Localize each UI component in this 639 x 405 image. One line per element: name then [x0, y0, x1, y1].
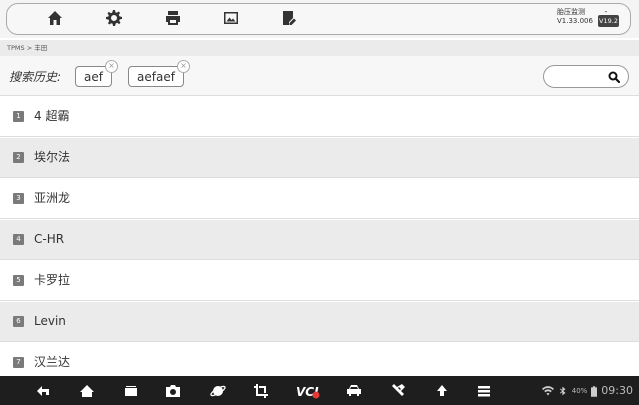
list-item[interactable]: 4 C-HR — [0, 220, 639, 260]
vci-icon[interactable]: VCI — [296, 383, 320, 399]
app-info: 胎压监测 V1.33.006 — [557, 8, 593, 26]
list-item[interactable]: 6 Levin — [0, 302, 639, 342]
item-number-badge: 4 — [13, 234, 24, 245]
battery-percent: 40% — [571, 387, 588, 395]
history-chip-label: aef — [84, 70, 103, 84]
upload-icon[interactable] — [434, 383, 450, 399]
item-number-badge: 5 — [13, 275, 24, 286]
car-icon[interactable] — [346, 383, 362, 399]
item-label: 汉兰达 — [34, 355, 71, 369]
wifi-icon — [541, 386, 554, 396]
list-item[interactable]: 1 4 超霸 — [0, 97, 639, 137]
item-number-badge: 2 — [13, 152, 24, 163]
search-history-label: 搜索历史: — [9, 70, 62, 84]
close-icon[interactable]: × — [176, 60, 190, 73]
list-item[interactable]: 3 亚洲龙 — [0, 179, 639, 219]
recent-apps-icon[interactable] — [123, 383, 139, 399]
back-icon[interactable] — [35, 383, 51, 399]
search-input[interactable] — [554, 69, 608, 86]
search-row: 搜索历史: aef × aefaef × — [0, 56, 639, 96]
menu-icon[interactable] — [476, 383, 492, 399]
image-icon[interactable] — [220, 8, 242, 28]
status-area: 40% 09:30 — [541, 383, 633, 399]
clock-time: 09:30 — [601, 384, 633, 397]
report-icon[interactable] — [278, 8, 300, 28]
item-label: 埃尔法 — [34, 150, 71, 164]
history-chip[interactable]: aef × — [75, 60, 118, 87]
crop-icon[interactable] — [253, 383, 269, 399]
battery-icon — [591, 385, 598, 397]
item-label: C-HR — [34, 232, 65, 246]
bluetooth-icon — [559, 386, 566, 396]
history-chip-label: aefaef — [137, 70, 175, 84]
toolbar-frame — [6, 3, 631, 35]
item-label: 卡罗拉 — [34, 273, 71, 287]
system-navbar: VCI 40% 09:30 — [0, 376, 639, 405]
item-number-badge: 3 — [13, 193, 24, 204]
top-toolbar: 胎压监测 V1.33.006 - + V19.2 — [0, 0, 639, 38]
breadcrumb: TPMS > 丰田 — [0, 40, 639, 56]
history-chip[interactable]: aefaef × — [128, 60, 190, 87]
search-icon[interactable] — [608, 71, 620, 83]
item-label: Levin — [34, 314, 66, 328]
app-title: 胎压监测 — [557, 8, 585, 16]
battery-voltage: V19.2 — [598, 15, 619, 27]
browser-icon[interactable] — [210, 383, 226, 399]
list-item[interactable]: 5 卡罗拉 — [0, 261, 639, 301]
close-icon[interactable]: × — [104, 60, 118, 73]
search-box[interactable] — [543, 65, 629, 88]
gear-icon[interactable] — [103, 8, 125, 28]
tools-icon[interactable] — [390, 383, 406, 399]
home-icon[interactable] — [79, 383, 95, 399]
item-number-badge: 6 — [13, 316, 24, 327]
vehicle-battery-indicator: - + V19.2 — [598, 8, 619, 27]
item-number-badge: 1 — [13, 111, 24, 122]
printer-icon[interactable] — [162, 8, 184, 28]
app-version: V1.33.006 — [557, 17, 593, 25]
camera-icon[interactable] — [165, 383, 181, 399]
home-icon[interactable] — [44, 8, 66, 28]
item-label: 亚洲龙 — [34, 191, 71, 205]
item-label: 4 超霸 — [34, 109, 70, 123]
item-number-badge: 7 — [13, 357, 24, 368]
list-item[interactable]: 2 埃尔法 — [0, 138, 639, 178]
